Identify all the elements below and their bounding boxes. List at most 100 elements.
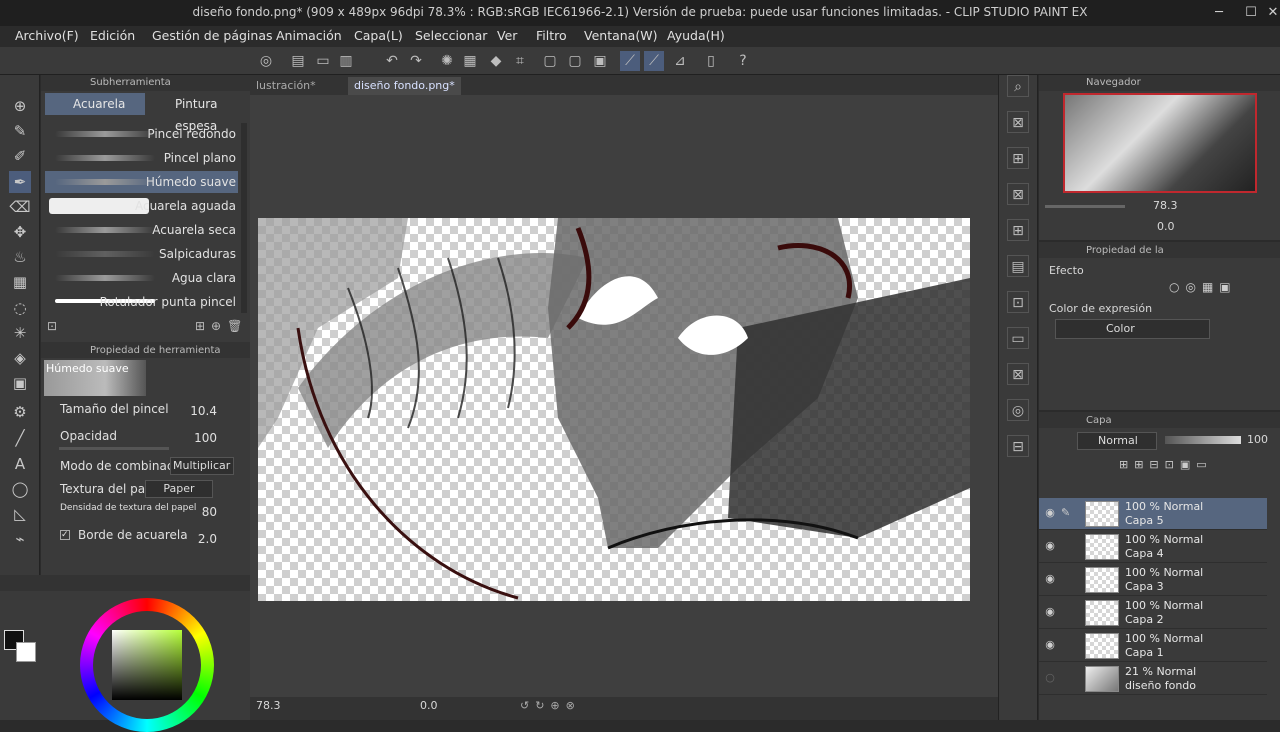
brush-acuarela-seca[interactable]: Acuarela seca — [45, 219, 238, 241]
paper-texture-row[interactable]: Textura del papel Paper — [49, 480, 239, 502]
panel-icon-4[interactable]: ⊞ — [1007, 219, 1029, 241]
tab-acuarela[interactable]: Acuarela — [45, 93, 145, 115]
navigator-zoom-slider[interactable] — [1045, 205, 1125, 208]
clear-icon[interactable]: ▦ — [460, 51, 480, 71]
subtool-scrollbar[interactable] — [241, 123, 247, 313]
menu-edicion[interactable]: Edición — [90, 28, 135, 43]
lasso-tool-icon[interactable]: ◌ — [9, 297, 31, 319]
layer-row-capa-5[interactable]: ◉ ✎ 100 % Normal Capa 5 — [1039, 498, 1267, 530]
ruler-tool-icon[interactable]: ◺ — [9, 503, 31, 525]
panel-icon-10[interactable]: ⊟ — [1007, 435, 1029, 457]
panel-icon-3[interactable]: ⊠ — [1007, 183, 1029, 205]
menu-seleccionar[interactable]: Seleccionar — [415, 28, 487, 43]
transform-icon[interactable]: ⌗ — [510, 51, 530, 71]
subtool-actions[interactable]: ⊞⊕🗑 — [195, 319, 248, 333]
opacity-value[interactable]: 100 — [194, 431, 217, 445]
undo-icon[interactable]: ↶ — [382, 51, 402, 71]
visibility-eye-icon[interactable]: ◉ — [1043, 605, 1057, 619]
menu-ver[interactable]: Ver — [497, 28, 517, 43]
snap-special-ruler-icon[interactable]: ⟋ — [644, 51, 664, 71]
balloon-tool-icon[interactable]: ◯ — [9, 478, 31, 500]
panel-icon-1[interactable]: ⊠ — [1007, 111, 1029, 133]
tab-ilustracion[interactable]: lustración* — [250, 77, 322, 95]
panel-icon-7[interactable]: ▭ — [1007, 327, 1029, 349]
correct-line-icon[interactable]: ⌁ — [9, 528, 31, 550]
panel-icon-6[interactable]: ⊡ — [1007, 291, 1029, 313]
layer-row-diseno-fondo[interactable]: ○ 21 % Normal diseño fondo — [1039, 663, 1267, 695]
grid-tool-icon[interactable]: ▦ — [9, 271, 31, 293]
panel-icon-5[interactable]: ▤ — [1007, 255, 1029, 277]
watercolor-edge-row[interactable]: ✓ Borde de acuarela 2.0 — [49, 528, 239, 552]
new-file-icon[interactable]: ▤ — [288, 51, 308, 71]
loading-icon[interactable]: ✺ — [437, 51, 457, 71]
visibility-eye-icon[interactable]: ◉ — [1043, 539, 1057, 553]
figure-tool-icon[interactable]: ╱ — [9, 427, 31, 449]
menu-ventana[interactable]: Ventana(W) — [584, 28, 657, 43]
watercolor-edge-checkbox[interactable]: ✓ — [60, 530, 70, 540]
menu-gestion-paginas[interactable]: Gestión de páginas — [152, 28, 273, 43]
redo-icon[interactable]: ↷ — [406, 51, 426, 71]
device-icon[interactable]: ▯ — [701, 51, 721, 71]
open-file-icon[interactable]: ▭ — [313, 51, 333, 71]
texture-density-row[interactable]: Densidad de textura del papel 80 — [49, 503, 239, 525]
navigator-zoom-value[interactable]: 78.3 — [1153, 199, 1178, 212]
show-selection-icon[interactable]: ▣ — [590, 51, 610, 71]
brush-pincel-plano[interactable]: Pincel plano — [45, 147, 238, 169]
search-icon[interactable]: ⌕ — [1007, 75, 1029, 97]
layer-opacity-slider[interactable] — [1165, 436, 1241, 444]
brush-size-row[interactable]: Tamaño del pincel 10.4 — [49, 402, 239, 424]
rotation-readout[interactable]: 0.0 — [420, 699, 438, 712]
expression-color-select[interactable]: Color — [1055, 319, 1210, 339]
close-button[interactable]: ✕ — [1262, 3, 1280, 23]
visibility-eye-icon[interactable]: ◉ — [1043, 506, 1057, 520]
panel-icon-8[interactable]: ⊠ — [1007, 363, 1029, 385]
effect-buttons[interactable]: ○◎▦▣ — [1169, 280, 1237, 294]
layer-row-capa-2[interactable]: ◉ 100 % Normal Capa 2 — [1039, 597, 1267, 629]
pen-tool-icon[interactable]: ✎ — [9, 120, 31, 142]
eraser-tool-icon[interactable]: ⌫ — [9, 196, 31, 218]
tab-diseno-fondo[interactable]: diseño fondo.png* — [348, 77, 461, 95]
app-icon[interactable]: ◎ — [256, 51, 276, 71]
brush-agua-clara[interactable]: Agua clara — [45, 267, 238, 289]
menu-filtro[interactable]: Filtro — [536, 28, 567, 43]
operation-tool-icon[interactable]: ⚙ — [9, 401, 31, 423]
visibility-eye-icon[interactable]: ◉ — [1043, 572, 1057, 586]
snap-ruler-icon[interactable]: ⟋ — [620, 51, 640, 71]
magic-wand-icon[interactable]: ✳ — [9, 322, 31, 344]
drawing-canvas[interactable] — [258, 218, 970, 601]
panel-icon-2[interactable]: ⊞ — [1007, 147, 1029, 169]
help-icon[interactable]: ? — [733, 51, 753, 71]
maximize-button[interactable]: ☐ — [1240, 3, 1262, 23]
layer-opacity-value[interactable]: 100 — [1247, 433, 1268, 446]
navigator-rotation-value[interactable]: 0.0 — [1157, 220, 1175, 233]
fill-tool-icon[interactable]: ◈ — [9, 347, 31, 369]
menu-archivo[interactable]: Archivo(F) — [15, 28, 79, 43]
visibility-eye-icon[interactable]: ◉ — [1043, 638, 1057, 652]
layer-blend-select[interactable]: Normal — [1077, 432, 1157, 450]
view-controls[interactable]: ↺↻⊕⊗ — [520, 699, 581, 712]
opacity-row[interactable]: Opacidad 100 — [49, 429, 239, 451]
brush-salpicaduras[interactable]: Salpicaduras — [45, 243, 238, 265]
blend-tool-icon[interactable]: ♨ — [9, 246, 31, 268]
tab-pintura-espesa[interactable]: Pintura espesa — [147, 93, 247, 133]
brush-size-value[interactable]: 10.4 — [190, 404, 217, 418]
invert-selection-icon[interactable]: ▢ — [565, 51, 585, 71]
fill-icon[interactable]: ◆ — [486, 51, 506, 71]
move-tool-icon[interactable]: ✥ — [9, 221, 31, 243]
layer-actions[interactable]: ⊞⊞⊟⊡▣▭ — [1119, 458, 1213, 471]
brush-acuarela-aguada[interactable]: Acuarela aguada — [45, 195, 238, 217]
menu-capa[interactable]: Capa(L) — [354, 28, 403, 43]
panel-icon-9[interactable]: ◎ — [1007, 399, 1029, 421]
blend-mode-select[interactable]: Multiplicar — [170, 457, 234, 475]
sub-color-swatch[interactable] — [16, 642, 36, 662]
navigator-preview[interactable] — [1063, 93, 1257, 193]
layer-row-capa-3[interactable]: ◉ 100 % Normal Capa 3 — [1039, 564, 1267, 596]
menu-ayuda[interactable]: Ayuda(H) — [667, 28, 725, 43]
brush-humedo-suave[interactable]: Húmedo suave — [45, 171, 238, 193]
minimize-button[interactable]: ─ — [1208, 3, 1230, 23]
paper-texture-select[interactable]: Paper — [145, 480, 213, 498]
texture-density-value[interactable]: 80 — [202, 505, 217, 519]
color-square[interactable] — [112, 630, 182, 700]
brush-tool-icon[interactable]: ✒ — [9, 171, 31, 193]
layer-row-capa-1[interactable]: ◉ 100 % Normal Capa 1 — [1039, 630, 1267, 662]
